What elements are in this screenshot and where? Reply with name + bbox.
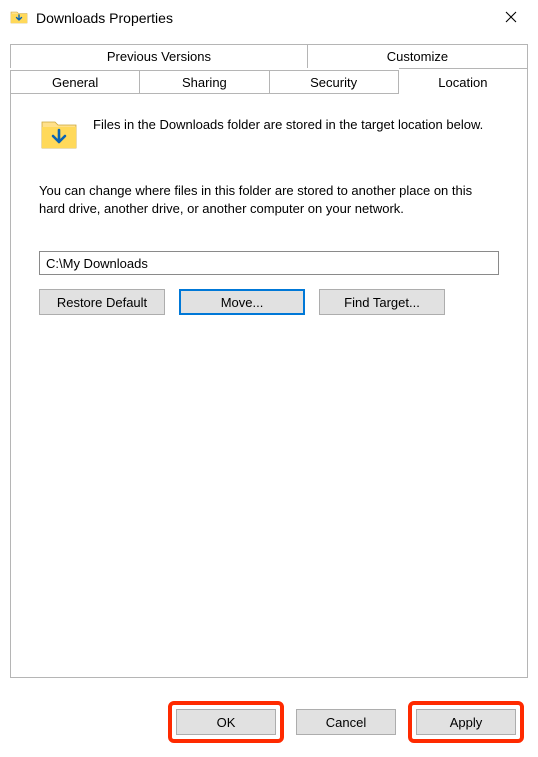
tab-general[interactable]: General	[10, 70, 140, 94]
titlebar-left: Downloads Properties	[10, 8, 173, 29]
location-path-input[interactable]	[39, 251, 499, 275]
ok-highlight: OK	[168, 701, 284, 743]
downloads-folder-large-icon	[39, 114, 79, 154]
dialog-footer: OK Cancel Apply	[168, 701, 524, 743]
cancel-button[interactable]: Cancel	[296, 709, 396, 735]
tab-sharing[interactable]: Sharing	[140, 70, 269, 94]
action-button-row: Restore Default Move... Find Target...	[39, 289, 499, 315]
tab-security[interactable]: Security	[270, 70, 399, 94]
description-text: Files in the Downloads folder are stored…	[93, 114, 483, 134]
downloads-folder-icon	[10, 8, 28, 29]
find-target-button[interactable]: Find Target...	[319, 289, 445, 315]
titlebar: Downloads Properties	[0, 0, 538, 36]
tab-panel-location: Files in the Downloads folder are stored…	[10, 93, 528, 678]
tab-row-front: General Sharing Security Location	[10, 68, 528, 94]
tab-strip: Previous Versions Customize General Shar…	[10, 44, 528, 94]
tab-row-back: Previous Versions Customize	[10, 44, 528, 68]
tab-customize[interactable]: Customize	[308, 44, 528, 68]
window-title: Downloads Properties	[36, 10, 173, 26]
dialog-content: Previous Versions Customize General Shar…	[0, 36, 538, 678]
description-row: Files in the Downloads folder are stored…	[39, 114, 499, 154]
restore-default-button[interactable]: Restore Default	[39, 289, 165, 315]
move-button[interactable]: Move...	[179, 289, 305, 315]
ok-button[interactable]: OK	[176, 709, 276, 735]
tab-location[interactable]: Location	[399, 68, 528, 95]
tab-previous-versions[interactable]: Previous Versions	[10, 44, 308, 68]
close-button[interactable]	[488, 2, 534, 34]
apply-highlight: Apply	[408, 701, 524, 743]
apply-button[interactable]: Apply	[416, 709, 516, 735]
change-location-text: You can change where files in this folde…	[39, 182, 499, 217]
close-icon	[505, 11, 517, 26]
